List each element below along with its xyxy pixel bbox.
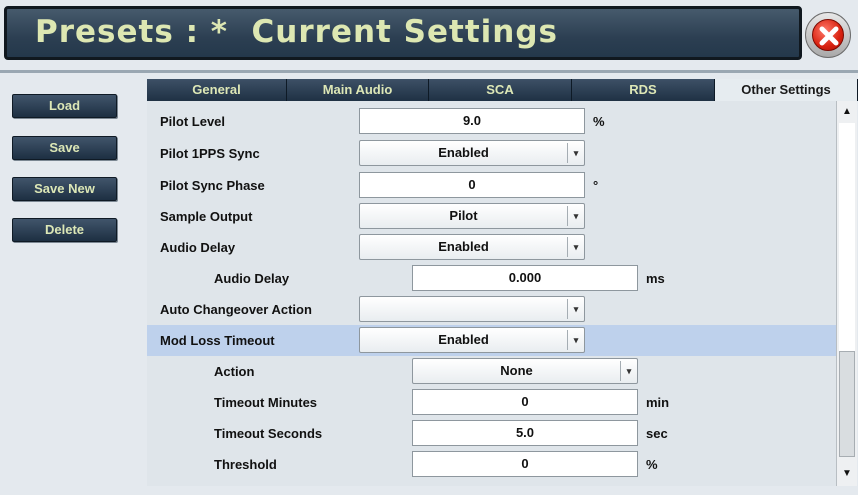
timeout-seconds-unit: sec	[646, 426, 668, 441]
row-pilot-level: Pilot Level 9.0 %	[147, 106, 836, 137]
scroll-down-arrow-icon[interactable]: ▼	[837, 465, 857, 483]
threshold-label: Threshold	[214, 457, 277, 472]
x-glyph-icon	[819, 26, 839, 46]
mod-loss-timeout-value: Enabled	[438, 332, 489, 347]
audio-delay-time-input[interactable]: 0.000	[412, 265, 638, 291]
audio-delay-dropdown[interactable]: Enabled ▾	[359, 234, 585, 260]
tab-rds[interactable]: RDS	[572, 79, 715, 101]
auto-changeover-action-dropdown[interactable]: ▾	[359, 296, 585, 322]
timeout-minutes-input[interactable]: 0	[412, 389, 638, 415]
title-bar: Presets : * Current Settings	[4, 6, 802, 60]
sample-output-value: Pilot	[449, 208, 478, 223]
timeout-seconds-input[interactable]: 5.0	[412, 420, 638, 446]
tab-other-settings[interactable]: Other Settings	[715, 79, 858, 101]
audio-delay-time-label: Audio Delay	[214, 271, 290, 286]
row-auto-changeover-action: Auto Changeover Action ▾	[147, 294, 836, 325]
pilot-1pps-sync-dropdown[interactable]: Enabled ▾	[359, 140, 585, 166]
row-sample-output: Sample Output Pilot ▾	[147, 201, 836, 232]
pilot-sync-phase-unit: °	[593, 178, 599, 193]
tab-sca[interactable]: SCA	[429, 79, 572, 101]
pilot-1pps-sync-label: Pilot 1PPS Sync	[160, 146, 260, 161]
threshold-input[interactable]: 0	[412, 451, 638, 477]
action-dropdown[interactable]: None ▾	[412, 358, 638, 384]
row-audio-delay-time: Audio Delay 0.000 ms	[147, 263, 836, 294]
row-audio-delay: Audio Delay Enabled ▾	[147, 232, 836, 263]
row-pilot-1pps-sync: Pilot 1PPS Sync Enabled ▾	[147, 138, 836, 169]
chevron-down-icon: ▾	[567, 299, 584, 319]
row-timeout-minutes: Timeout Minutes 0 min	[147, 387, 836, 418]
chevron-down-icon: ▾	[567, 143, 584, 163]
tab-main-audio[interactable]: Main Audio	[287, 79, 429, 101]
row-action: Action None ▾	[147, 356, 836, 387]
pilot-level-unit: %	[593, 114, 605, 129]
timeout-minutes-label: Timeout Minutes	[214, 395, 318, 410]
chevron-down-icon: ▾	[567, 237, 584, 257]
vertical-scrollbar[interactable]: ▲ ▼	[836, 101, 857, 486]
header-divider	[0, 70, 858, 73]
scroll-thumb[interactable]	[839, 351, 855, 457]
row-threshold: Threshold 0 %	[147, 449, 836, 480]
audio-delay-value: Enabled	[438, 239, 489, 254]
save-new-button[interactable]: Save New	[12, 177, 117, 201]
scroll-track[interactable]	[839, 123, 855, 351]
settings-panel: Pilot Level 9.0 % Pilot 1PPS Sync Enable…	[147, 101, 836, 486]
action-value: None	[500, 363, 533, 378]
pilot-sync-phase-input[interactable]: 0	[359, 172, 585, 198]
audio-delay-time-unit: ms	[646, 271, 665, 286]
chevron-down-icon: ▾	[620, 361, 637, 381]
row-mod-loss-timeout: Mod Loss Timeout Enabled ▾	[147, 325, 836, 356]
threshold-unit: %	[646, 457, 658, 472]
scroll-up-arrow-icon[interactable]: ▲	[837, 103, 857, 121]
close-button[interactable]	[805, 12, 851, 58]
timeout-minutes-unit: min	[646, 395, 670, 410]
save-button[interactable]: Save	[12, 136, 117, 160]
mod-loss-timeout-label: Mod Loss Timeout	[160, 333, 275, 348]
presets-window: Presets : * Current Settings Load Save S…	[0, 0, 858, 495]
chevron-down-icon: ▾	[567, 330, 584, 350]
auto-changeover-action-label: Auto Changeover Action	[160, 302, 312, 317]
pilot-sync-phase-label: Pilot Sync Phase	[160, 178, 265, 193]
timeout-seconds-label: Timeout Seconds	[214, 426, 323, 441]
chevron-down-icon: ▾	[567, 206, 584, 226]
audio-delay-label: Audio Delay	[160, 240, 236, 255]
sample-output-dropdown[interactable]: Pilot ▾	[359, 203, 585, 229]
pilot-level-input[interactable]: 9.0	[359, 108, 585, 134]
page-title: Presets : * Current Settings	[35, 14, 558, 50]
load-button[interactable]: Load	[12, 94, 117, 118]
delete-button[interactable]: Delete	[12, 218, 117, 242]
tab-general[interactable]: General	[147, 79, 287, 101]
mod-loss-timeout-dropdown[interactable]: Enabled ▾	[359, 327, 585, 353]
pilot-1pps-sync-value: Enabled	[438, 145, 489, 160]
action-label: Action	[214, 364, 255, 379]
sample-output-label: Sample Output	[160, 209, 253, 224]
row-pilot-sync-phase: Pilot Sync Phase 0 °	[147, 170, 836, 201]
row-timeout-seconds: Timeout Seconds 5.0 sec	[147, 418, 836, 449]
pilot-level-label: Pilot Level	[160, 114, 226, 129]
